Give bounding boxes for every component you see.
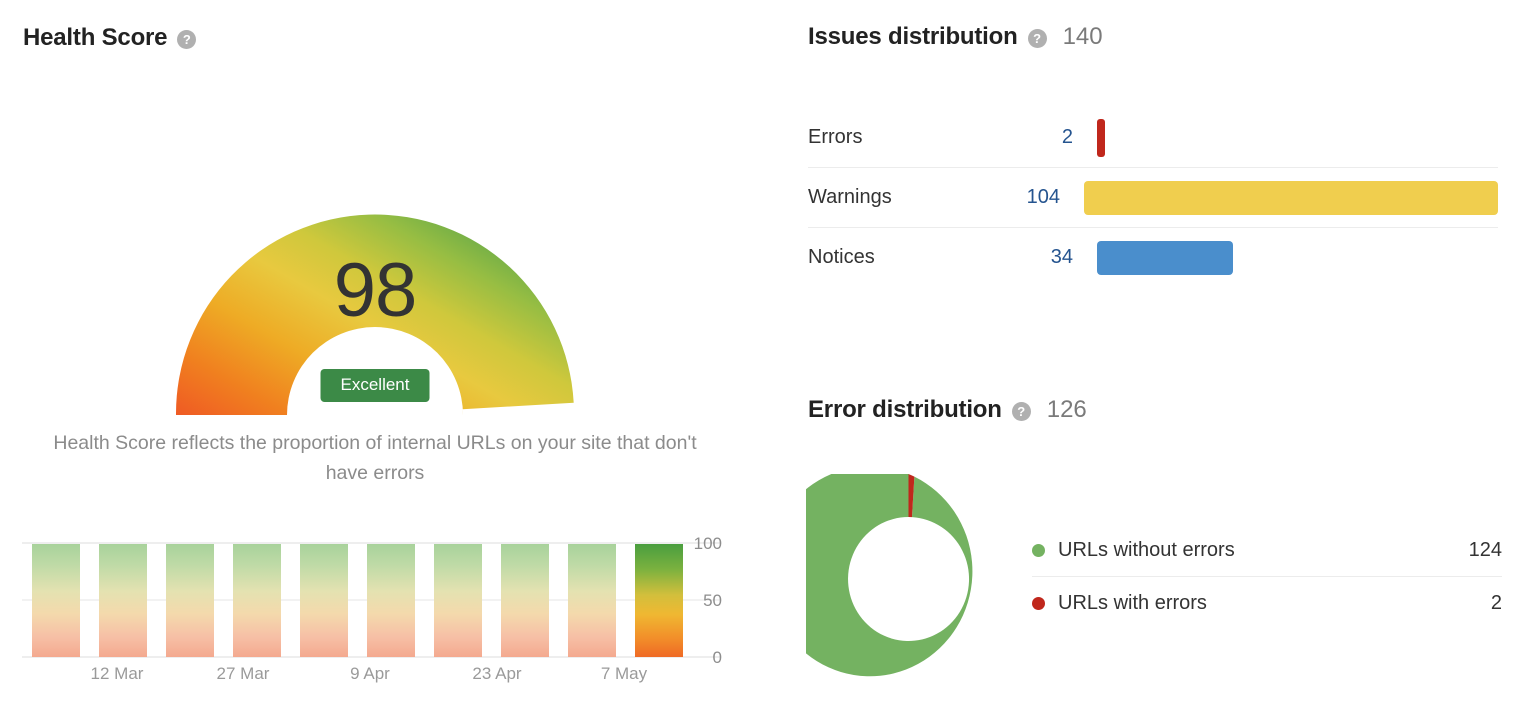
issue-bar-notices — [1097, 240, 1233, 275]
y-axis-tick-100: 100 — [693, 534, 722, 553]
issue-bar-warnings — [1084, 180, 1498, 215]
issue-count-notices[interactable]: 34 — [998, 246, 1075, 269]
history-bar[interactable] — [32, 544, 80, 657]
legend-label-urls-without-errors: URLs without errors — [1058, 538, 1235, 561]
question-mark-icon[interactable]: ? — [1011, 401, 1031, 421]
issue-label-warnings: Warnings — [808, 186, 892, 208]
question-mark-icon[interactable]: ? — [177, 29, 197, 49]
donut-svg — [806, 474, 973, 677]
issue-bar-cell-errors — [1075, 118, 1498, 157]
question-mark-icon[interactable]: ? — [1027, 28, 1047, 48]
history-bar[interactable] — [166, 544, 214, 657]
x-axis-tick-1: 12 Mar — [90, 664, 144, 683]
x-axis-tick-5: 7 May — [600, 664, 648, 683]
error-distribution-legend: URLs without errors 124 URLs with errors… — [1032, 524, 1502, 629]
health-score-history-chart: 100 50 0 12 Mar 27 Mar 9 Apr 23 Apr 7 Ma… — [22, 534, 722, 696]
error-distribution-title: Error distribution — [808, 396, 1002, 423]
health-score-gauge: 98 Excellent — [170, 105, 580, 503]
page-title: Health Score — [23, 24, 168, 51]
history-bar[interactable] — [501, 544, 549, 657]
table-row[interactable]: Warnings 104 — [808, 167, 1498, 227]
legend-label-urls-with-errors: URLs with errors — [1058, 591, 1207, 614]
health-score-value: 98 — [333, 248, 418, 333]
issues-distribution-table: Errors 2 Warnings 104 Notices 34 — [808, 108, 1498, 287]
error-distribution-donut-chart — [806, 474, 1011, 684]
list-item[interactable]: URLs with errors 2 — [1032, 576, 1502, 629]
issue-bar-errors — [1097, 118, 1105, 157]
issue-label-errors: Errors — [808, 126, 863, 148]
x-axis-tick-2: 27 Mar — [216, 664, 270, 683]
health-score-description: Health Score reflects the proportion of … — [53, 432, 697, 484]
donut-slice-urls-without-errors[interactable] — [806, 474, 973, 677]
table-row[interactable]: Errors 2 — [808, 108, 1498, 167]
issues-total-count: 140 — [1062, 23, 1103, 50]
history-bar[interactable] — [568, 544, 616, 657]
issue-count-warnings[interactable]: 104 — [989, 186, 1062, 209]
issue-label-notices: Notices — [808, 246, 875, 268]
issue-count-errors[interactable]: 2 — [998, 126, 1075, 149]
x-axis-tick-4: 23 Apr — [472, 664, 522, 683]
history-bar[interactable] — [233, 544, 281, 657]
error-total-count: 126 — [1046, 396, 1087, 423]
y-axis-tick-50: 50 — [703, 591, 722, 610]
legend-value-urls-with-errors: 2 — [1490, 591, 1502, 614]
health-score-header: Health Score ? — [23, 24, 197, 52]
error-distribution-header: Error distribution ? 126 — [808, 396, 1087, 424]
x-axis-tick-3: 9 Apr — [350, 664, 390, 683]
history-bar[interactable] — [434, 544, 482, 657]
history-bar[interactable] — [300, 544, 348, 657]
legend-dot-urls-without-errors — [1032, 543, 1045, 557]
table-row[interactable]: Notices 34 — [808, 227, 1498, 287]
history-bar-current[interactable] — [635, 544, 683, 657]
issue-bar-cell-notices — [1075, 240, 1498, 275]
health-score-panel: Health Score ? 98 Excellent Health Score… — [0, 0, 760, 704]
health-score-badge: Excellent — [320, 369, 430, 402]
issues-distribution-header: Issues distribution ? 140 — [808, 23, 1103, 51]
legend-dot-urls-with-errors — [1032, 596, 1045, 610]
y-axis-tick-0: 0 — [712, 648, 722, 667]
issue-bar-cell-warnings — [1062, 180, 1498, 215]
history-bar[interactable] — [367, 544, 415, 657]
history-bar[interactable] — [99, 544, 147, 657]
issues-distribution-title: Issues distribution — [808, 23, 1018, 50]
legend-value-urls-without-errors: 124 — [1468, 538, 1502, 561]
list-item[interactable]: URLs without errors 124 — [1032, 524, 1502, 576]
